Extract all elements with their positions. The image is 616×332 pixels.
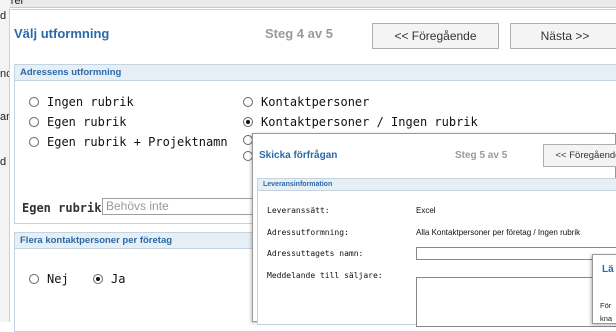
radio-button-selected[interactable]: [93, 274, 103, 284]
radio-label: Ingen rubrik: [47, 95, 134, 109]
background-left-text: d: [0, 10, 7, 22]
radio-button[interactable]: [243, 97, 253, 107]
previous-button[interactable]: << Föregående: [543, 144, 616, 167]
message-textarea[interactable]: [416, 277, 616, 327]
radio-button[interactable]: [29, 117, 39, 127]
radio-no[interactable]: Nej: [29, 272, 69, 286]
extract-name-label: Adressuttagets namn:: [267, 249, 364, 258]
radio-contacts[interactable]: Kontaktpersoner: [243, 95, 369, 109]
radio-label: Egen rubrik: [47, 115, 127, 129]
radio-custom-heading[interactable]: Egen rubrik: [29, 115, 126, 129]
custom-heading-input[interactable]: Behövs inte: [102, 198, 262, 215]
address-layout-label: Adressutformning:: [267, 228, 349, 237]
dialog-title: Skicka förfrågan: [259, 150, 338, 161]
extract-name-input[interactable]: [416, 247, 616, 260]
radio-button[interactable]: [29, 97, 39, 107]
step-indicator: Steg 4 av 5: [265, 26, 333, 41]
dialog-title: Lä: [602, 264, 614, 275]
delivery-info-section: Leveransinformation Leveranssätt: Excel …: [257, 178, 616, 327]
section-heading: Leveransinformation: [258, 179, 616, 191]
radio-label: Ja: [111, 272, 126, 286]
message-label: Meddelande till säljare:: [267, 271, 383, 280]
send-request-window: Skicka förfrågan Steg 5 av 5 << Föregåen…: [252, 133, 616, 327]
radio-button[interactable]: [29, 274, 39, 284]
radio-custom-heading-project[interactable]: Egen rubrik + Projektnamn: [29, 135, 228, 149]
previous-button[interactable]: << Föregående: [372, 23, 499, 49]
radio-label: Egen rubrik + Projektnamn: [47, 135, 228, 149]
custom-heading-label: Egen rubrik:: [22, 201, 109, 215]
next-button[interactable]: Nästa >>: [510, 23, 616, 49]
dialog-text-line: kna: [600, 314, 613, 323]
delivery-method-label: Leveranssätt:: [267, 206, 330, 215]
radio-button[interactable]: [29, 137, 39, 147]
radio-contacts-no-heading[interactable]: Kontaktpersoner / Ingen rubrik: [243, 115, 478, 129]
step-indicator: Steg 5 av 5: [455, 150, 508, 161]
radio-yes[interactable]: Ja: [93, 272, 125, 286]
delivery-method-value: Excel: [416, 206, 436, 215]
radio-no-heading[interactable]: Ingen rubrik: [29, 95, 134, 109]
radio-label: Kontaktpersoner / Ingen rubrik: [261, 115, 478, 129]
page-title: Välj utformning: [14, 26, 110, 41]
radio-button-selected[interactable]: [243, 117, 253, 127]
background-left-text: d: [0, 156, 7, 168]
address-layout-value: Alla Kontaktpersoner per företag / Ingen…: [416, 228, 581, 237]
dialog-text: För kna: [600, 299, 612, 325]
radio-label: Nej: [47, 272, 69, 286]
background-window-top: errer: [0, 0, 616, 8]
dialog-text-line: För: [600, 301, 612, 310]
third-dialog-window: Lä För kna: [592, 254, 616, 324]
section-heading: Adressens utformning: [15, 65, 616, 81]
radio-label: Kontaktpersoner: [261, 95, 370, 109]
